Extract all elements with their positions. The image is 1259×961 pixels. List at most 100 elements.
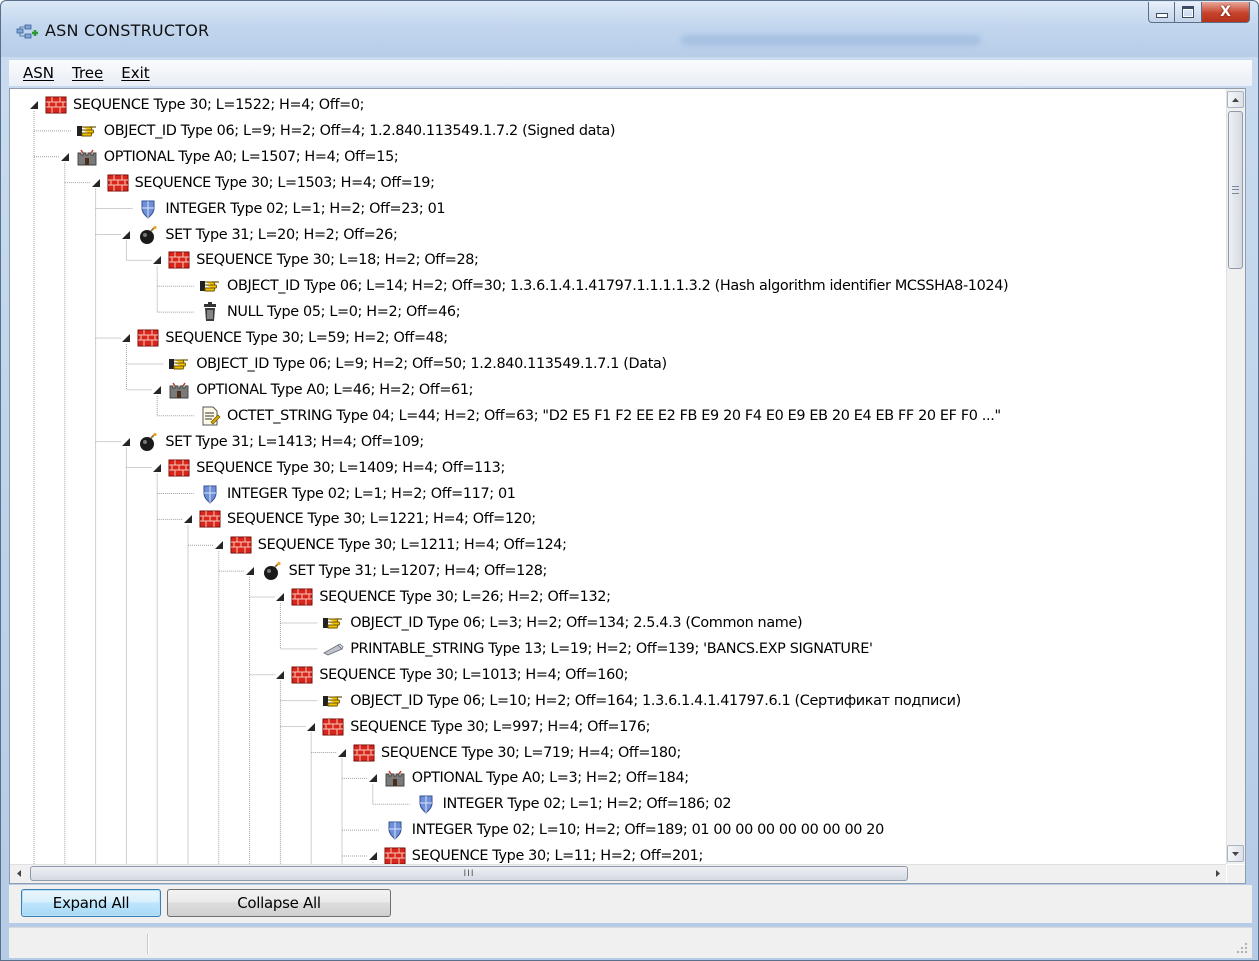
tree-node-label: SEQUENCE Type 30; L=719; H=4; Off=180; [381,744,681,761]
horizontal-scrollbar[interactable]: III [10,864,1226,883]
scroll-up-button[interactable] [1227,91,1244,108]
title-bar[interactable]: ASN CONSTRUCTOR X [1,1,1258,57]
expanded-arrow-icon[interactable] [121,333,131,343]
tree-node-row[interactable]: INTEGER Type 02; L=1; H=2; Off=23; 01 [121,196,446,222]
tree-node-row[interactable]: OBJECT_ID Type 06; L=14; H=2; Off=30; 1.… [183,273,1009,299]
tree-node-row[interactable]: SEQUENCE Type 30; L=1013; H=4; Off=160; [275,662,629,688]
tree-node-row[interactable]: NULL Type 05; L=0; H=2; Off=46; [183,299,461,325]
tree-node-row[interactable]: OPTIONAL Type A0; L=46; H=2; Off=61; [152,377,474,403]
red-bricks-icon [291,587,313,607]
expanded-arrow-icon[interactable] [152,385,162,395]
expanded-arrow-icon[interactable] [368,773,378,783]
menu-asn[interactable]: ASN [23,64,54,82]
shield-icon [415,794,437,815]
tree-node-row[interactable]: SEQUENCE Type 30; L=1503; H=4; Off=19; [91,170,435,196]
tree-node-label: OCTET_STRING Type 04; L=44; H=2; Off=63;… [227,407,1001,424]
tree-node-row[interactable]: OBJECT_ID Type 06; L=9; H=2; Off=50; 1.2… [152,351,667,377]
tree-node-row[interactable]: OBJECT_ID Type 06; L=9; H=2; Off=4; 1.2.… [60,118,615,144]
tree-node-row[interactable]: SEQUENCE Type 30; L=719; H=4; Off=180; [337,740,681,766]
maximize-button[interactable] [1175,2,1202,23]
castle-icon [168,380,190,400]
tree-node-row[interactable]: SEQUENCE Type 30; L=1522; H=4; Off=0; [29,92,365,118]
tree-node-label: SET Type 31; L=1207; H=4; Off=128; [288,563,548,580]
arrow-left-icon [16,870,21,877]
red-bricks-icon [291,665,313,685]
horizontal-scroll-thumb[interactable]: III [30,866,908,881]
tree-node-label: SEQUENCE Type 30; L=1013; H=4; Off=160; [319,666,629,683]
tree-node-row[interactable]: SET Type 31; L=1413; H=4; Off=109; [121,429,424,455]
tree-node-label: SEQUENCE Type 30; L=1211; H=4; Off=124; [257,537,567,554]
expand-all-button[interactable]: Expand All [21,889,161,917]
tree-node-label: OBJECT_ID Type 06; L=14; H=2; Off=30; 1.… [227,278,1009,295]
expanded-arrow-icon[interactable] [29,100,39,110]
red-bricks-icon [230,535,252,555]
expanded-arrow-icon[interactable] [214,540,224,550]
expanded-arrow-icon[interactable] [275,592,285,602]
close-button[interactable]: X [1202,2,1250,23]
button-bar: Expand All Collapse All [9,885,1252,923]
expanded-arrow-icon[interactable] [183,514,193,524]
arrow-right-icon [1215,870,1220,877]
menu-exit[interactable]: Exit [121,64,149,82]
vertical-scroll-thumb[interactable] [1228,111,1243,269]
tree-node-label: INTEGER Type 02; L=1; H=2; Off=186; 02 [442,796,732,813]
arrow-down-icon [1232,851,1239,856]
tree-node-row[interactable]: SEQUENCE Type 30; L=1221; H=4; Off=120; [183,506,536,532]
expanded-arrow-icon[interactable] [121,437,131,447]
tree-node-label: PRINTABLE_STRING Type 13; L=19; H=2; Off… [350,640,873,657]
tree-node-label: OBJECT_ID Type 06; L=3; H=2; Off=134; 2.… [350,615,803,631]
red-bricks-icon [107,173,129,193]
red-bricks-icon [137,328,159,348]
caption-buttons: X [1148,2,1250,24]
tree-node-label: SEQUENCE Type 30; L=59; H=2; Off=48; [165,330,448,347]
minimize-button[interactable] [1148,2,1175,23]
tree-node-row[interactable]: INTEGER Type 02; L=1; H=2; Off=117; 01 [183,481,516,507]
scroll-left-button[interactable] [10,865,27,882]
expanded-arrow-icon[interactable] [60,152,70,162]
tree-node-label: NULL Type 05; L=0; H=2; Off=46; [227,304,461,321]
scroll-down-button[interactable] [1227,845,1244,862]
tree-node-row[interactable]: SEQUENCE Type 30; L=59; H=2; Off=48; [121,325,448,351]
tree-node-row[interactable]: SET Type 31; L=1207; H=4; Off=128; [245,558,547,584]
tree-node-row[interactable]: SEQUENCE Type 30; L=997; H=4; Off=176; [306,714,651,740]
expanded-arrow-icon[interactable] [91,178,101,188]
scroll-right-button[interactable] [1209,865,1226,882]
asn-tree-view[interactable]: SEQUENCE Type 30; L=1522; H=4; Off=0; OBJ… [9,88,1246,884]
tree-node-row[interactable]: OBJECT_ID Type 06; L=10; H=2; Off=164; 1… [306,688,961,714]
tree-node-row[interactable]: OPTIONAL Type A0; L=3; H=2; Off=184; [368,765,689,791]
tree-node-row[interactable]: OCTET_STRING Type 04; L=44; H=2; Off=63;… [183,403,1001,429]
tree-node-label: SEQUENCE Type 30; L=1409; H=4; Off=113; [196,459,505,476]
tree-node-row[interactable]: SET Type 31; L=20; H=2; Off=26; [121,222,398,248]
expanded-arrow-icon[interactable] [121,230,131,240]
menu-tree[interactable]: Tree [72,64,103,82]
tree-node-row[interactable]: INTEGER Type 02; L=1; H=2; Off=186; 02 [399,791,732,817]
resize-grip-icon[interactable] [1236,942,1248,954]
tree-node-row[interactable]: SEQUENCE Type 30; L=1211; H=4; Off=124; [214,532,567,558]
expanded-arrow-icon[interactable] [306,722,316,732]
expanded-arrow-icon[interactable] [152,463,162,473]
tree-node-row[interactable]: SEQUENCE Type 30; L=26; H=2; Off=132; [275,584,611,610]
tree-node-label: OBJECT_ID Type 06; L=9; H=2; Off=4; 1.2.… [103,122,616,139]
pointing-hand-icon [168,354,190,374]
tree-node-label: OPTIONAL Type A0; L=1507; H=4; Off=15; [103,148,399,165]
tree-node-label: SEQUENCE Type 30; L=26; H=2; Off=132; [319,589,611,606]
tree-node-row[interactable]: INTEGER Type 02; L=10; H=2; Off=189; 01 … [368,817,884,843]
tree-node-row[interactable]: SEQUENCE Type 30; L=1409; H=4; Off=113; [152,455,505,481]
vertical-scrollbar[interactable] [1226,89,1245,864]
tree-node-row[interactable]: PRINTABLE_STRING Type 13; L=19; H=2; Off… [306,636,873,662]
expanded-arrow-icon[interactable] [275,670,285,680]
tree-node-row[interactable]: OPTIONAL Type A0; L=1507; H=4; Off=15; [60,144,399,170]
tree-node-row[interactable]: OBJECT_ID Type 06; L=3; H=2; Off=134; 2.… [306,610,803,636]
red-bricks-icon [168,458,190,478]
expanded-arrow-icon[interactable] [245,566,255,576]
expanded-arrow-icon[interactable] [337,748,347,758]
expanded-arrow-icon[interactable] [152,255,162,265]
minimize-icon [1155,12,1168,18]
pen-icon [322,639,344,659]
window-title: ASN CONSTRUCTOR [45,21,210,40]
expanded-arrow-icon[interactable] [368,851,378,861]
collapse-all-button[interactable]: Collapse All [167,889,391,917]
tree-node-row[interactable]: SEQUENCE Type 30; L=18; H=2; Off=28; [152,247,479,273]
